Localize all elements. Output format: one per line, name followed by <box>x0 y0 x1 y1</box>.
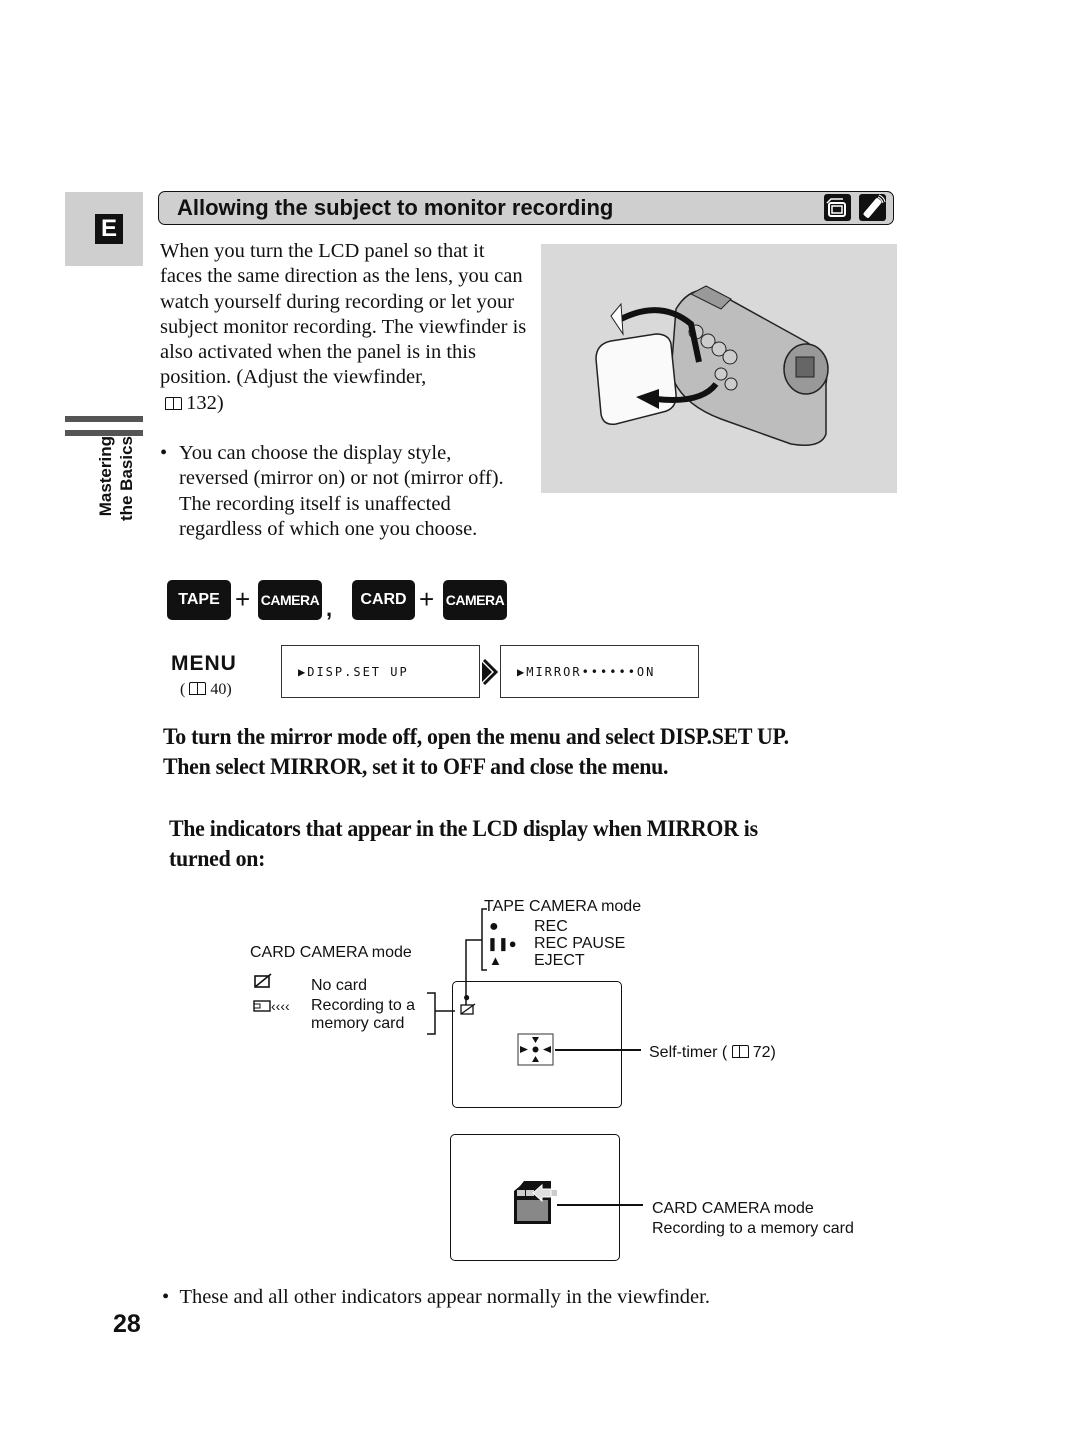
svg-text:‹‹‹‹: ‹‹‹‹ <box>271 998 290 1014</box>
eject-label: EJECT <box>534 952 585 969</box>
self-timer-label: Self-timer ( 72) <box>649 1044 776 1061</box>
card-camera-mode-title: CARD CAMERA mode <box>250 944 412 961</box>
bullet-icon: • <box>160 442 168 464</box>
no-card-label: No card <box>311 977 368 994</box>
section-label-line1: Mastering <box>96 436 115 517</box>
self-timer-text: Self-timer ( <box>649 1044 728 1061</box>
menu-step-mirror-on: ▶MIRROR••••••ON <box>500 645 699 698</box>
menu-page-reference: ( 40) <box>180 681 232 698</box>
book-reference-icon <box>731 1045 749 1058</box>
recording-card-label: Recording to a <box>311 997 416 1014</box>
recording-card-label-2: memory card <box>311 1015 405 1032</box>
section-label: Mastering the Basics <box>95 436 145 546</box>
plus-sign: + <box>235 584 251 614</box>
tape-mode-button: TAPE <box>167 580 231 620</box>
book-reference-icon <box>189 682 207 695</box>
footnote-text: These and all other indicators appear no… <box>179 1286 710 1308</box>
no-card-indicator-icon <box>460 1003 476 1015</box>
instruction-text: To turn the mirror mode off, open the me… <box>163 722 789 782</box>
camcorder-icon <box>824 194 851 221</box>
remote-control-icon <box>859 194 886 221</box>
separator-comma: , <box>326 596 333 621</box>
bullet-text: You can choose the display style, revers… <box>179 442 504 540</box>
recording-to-card-icon: ‹‹‹‹ <box>253 998 290 1014</box>
memory-card-recording-icon <box>514 1181 557 1224</box>
menu-label: MENU <box>171 652 237 675</box>
card-recording-label: CARD CAMERA mode Recording to a memory c… <box>652 1199 854 1239</box>
leader-line <box>555 1049 641 1051</box>
card-recording-line: Recording to a memory card <box>652 1220 854 1237</box>
camera-mode-button: CAMERA <box>258 580 322 620</box>
camcorder-illustration <box>541 244 897 493</box>
heading-line: turned on: <box>169 846 266 872</box>
indicators-heading: The indicators that appear in the LCD di… <box>169 814 758 874</box>
next-step-arrow-icon <box>482 658 500 691</box>
menu-step-disp-setup: ▶DISP.SET UP <box>281 645 480 698</box>
heading-line: The indicators that appear in the LCD di… <box>169 816 758 842</box>
card-mode-button: CARD <box>352 580 415 620</box>
section-divider-bar <box>65 416 143 422</box>
section-label-line2: the Basics <box>117 436 136 522</box>
book-reference-icon <box>165 396 183 410</box>
rec-icon: ● <box>489 918 499 935</box>
language-letter: E <box>95 214 123 244</box>
plus-sign: + <box>419 584 435 614</box>
rec-pause-icon: ❚❚● <box>487 936 517 951</box>
page-number: 28 <box>113 1310 141 1338</box>
tape-camera-mode-title: TAPE CAMERA mode <box>484 898 642 915</box>
section-title: Allowing the subject to monitor recordin… <box>177 195 614 220</box>
footnote: • These and all other indicators appear … <box>162 1286 710 1308</box>
instruction-line: Then select MIRROR, set it to OFF and cl… <box>163 754 669 780</box>
intro-text: When you turn the LCD panel so that it f… <box>160 240 527 389</box>
leader-line <box>557 1204 643 1206</box>
instruction-line: To turn the mirror mode off, open the me… <box>163 724 789 750</box>
self-timer-icon <box>517 1033 554 1066</box>
camera-mode-button: CAMERA <box>443 580 507 620</box>
no-card-icon <box>254 973 272 988</box>
eject-icon: ▲ <box>489 953 502 968</box>
section-header: Allowing the subject to monitor recordin… <box>158 191 894 225</box>
rec-pause-label: REC PAUSE <box>534 935 626 952</box>
card-recording-line: CARD CAMERA mode <box>652 1200 814 1217</box>
page-reference: 40) <box>210 681 232 698</box>
page-reference: 132) <box>186 391 224 414</box>
page-reference: 72) <box>752 1044 776 1061</box>
bullet-item: • You can choose the display style, reve… <box>160 441 520 542</box>
rec-label: REC <box>534 918 568 935</box>
intro-paragraph: When you turn the LCD panel so that it f… <box>160 239 530 416</box>
